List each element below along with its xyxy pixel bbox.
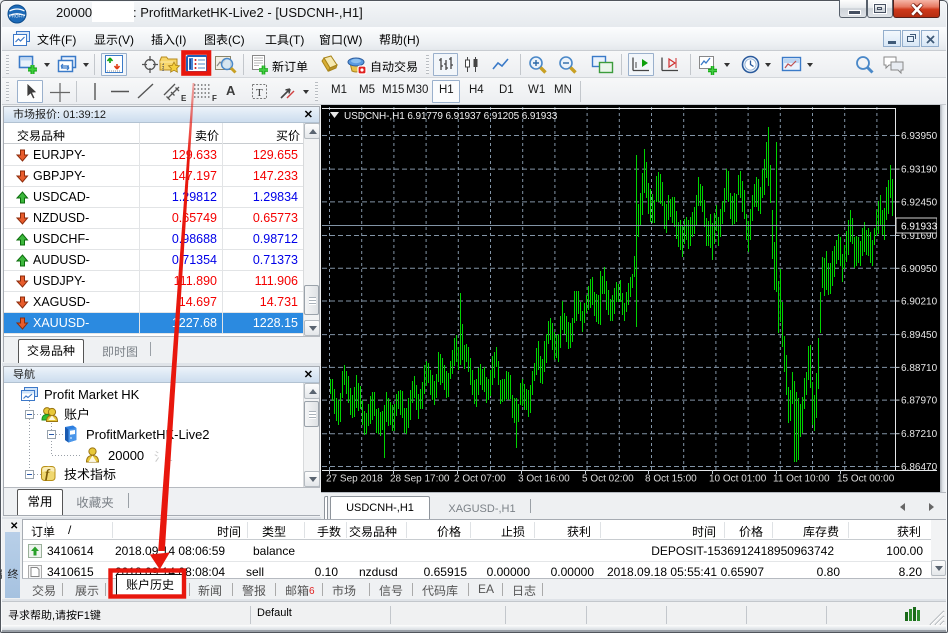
svg-text:3 Oct 16:00: 3 Oct 16:00 (518, 474, 570, 485)
svg-text:15 Oct 00:00: 15 Oct 00:00 (837, 474, 895, 485)
svg-text:6.90950: 6.90950 (901, 264, 937, 275)
svg-text:6.90210: 6.90210 (901, 297, 937, 308)
svg-text:USDCNH-,H1 6.91779 6.91937 6.: USDCNH-,H1 6.91779 6.91937 6.91205 6.919… (344, 111, 558, 122)
svg-text:6.92450: 6.92450 (901, 197, 937, 208)
svg-text:PROFIT: PROFIT (9, 14, 26, 19)
svg-text:6.91933: 6.91933 (901, 222, 937, 233)
svg-text:6.89450: 6.89450 (901, 330, 937, 341)
svg-text:10 Oct 01:00: 10 Oct 01:00 (709, 474, 767, 485)
svg-text:6.87970: 6.87970 (901, 396, 937, 407)
svg-text:6.86470: 6.86470 (901, 462, 937, 473)
svg-text:27 Sep 2018: 27 Sep 2018 (326, 474, 383, 485)
svg-text:2 Oct 07:00: 2 Oct 07:00 (454, 474, 506, 485)
svg-text:8 Oct 15:00: 8 Oct 15:00 (645, 474, 697, 485)
svg-text:F: F (212, 94, 217, 103)
svg-text:E: E (181, 94, 187, 103)
svg-text:6.87210: 6.87210 (901, 429, 937, 440)
svg-text:6.88710: 6.88710 (901, 363, 937, 374)
svg-text:11 Oct 10:00: 11 Oct 10:00 (773, 474, 830, 485)
svg-text:5 Oct 02:00: 5 Oct 02:00 (582, 474, 634, 485)
svg-text:T: T (256, 87, 263, 99)
svg-text:6.93190: 6.93190 (901, 165, 937, 176)
svg-text:6.93950: 6.93950 (901, 131, 937, 142)
svg-text:28 Sep 17:00: 28 Sep 17:00 (390, 474, 450, 485)
